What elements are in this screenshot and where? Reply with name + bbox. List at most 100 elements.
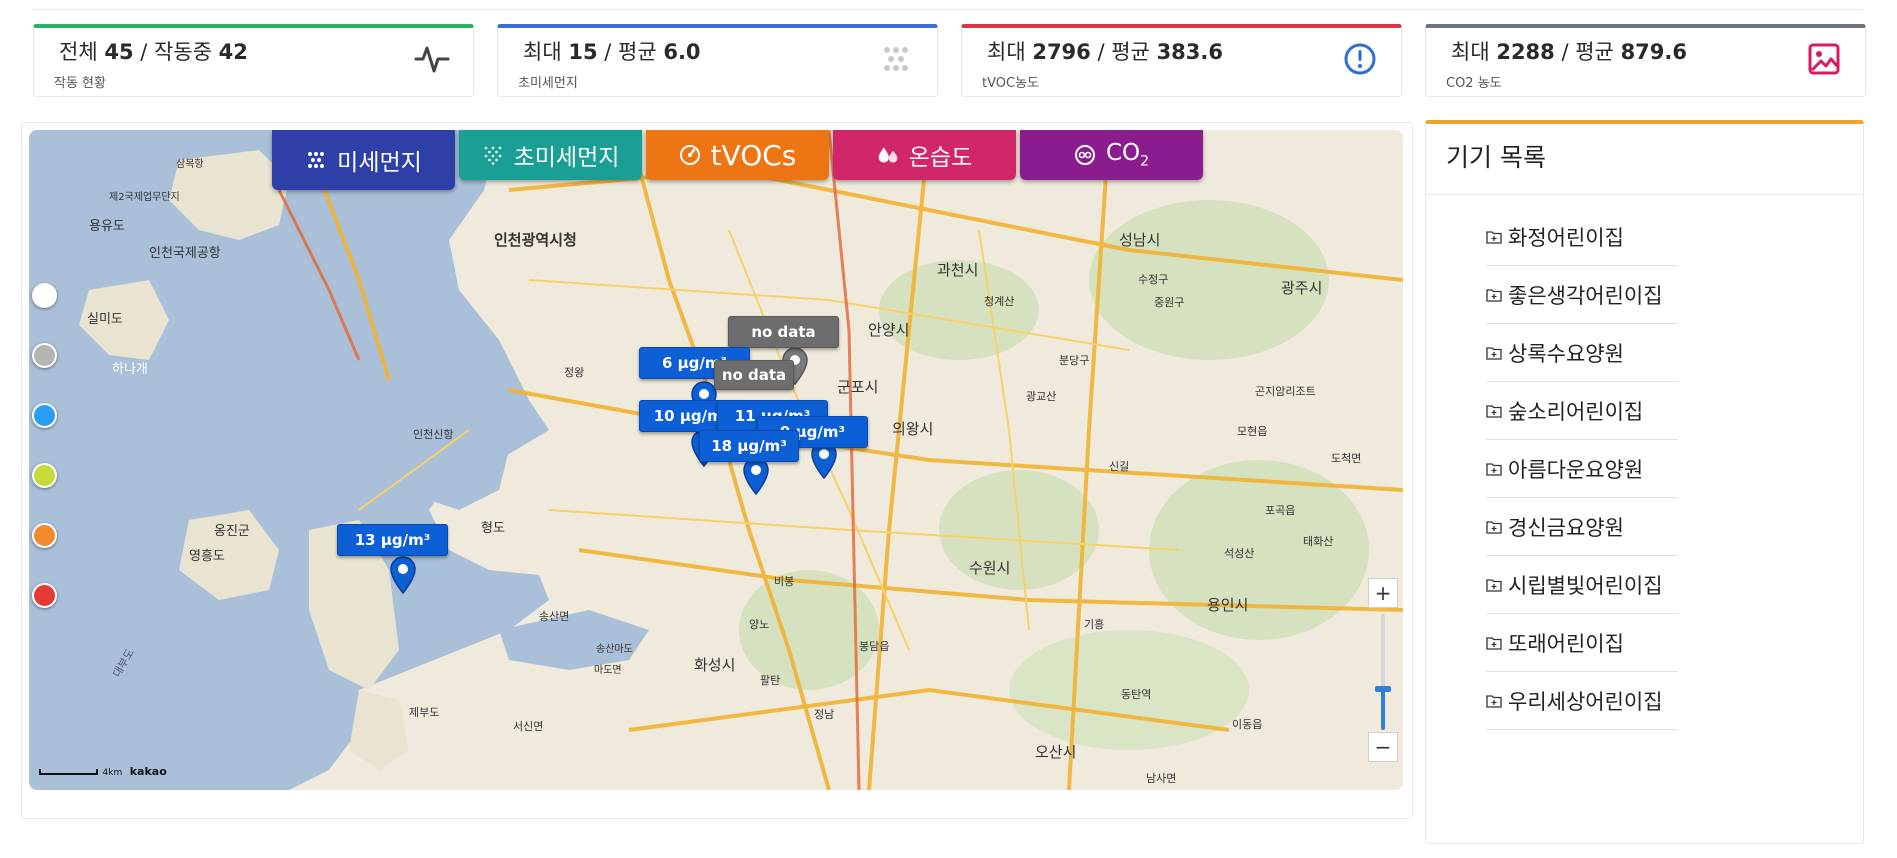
marker-label[interactable]: no data bbox=[714, 360, 794, 390]
svg-text:서신면: 서신면 bbox=[513, 720, 543, 733]
folder-add-icon bbox=[1486, 462, 1502, 476]
marker-label[interactable]: 18 μg/m³ bbox=[699, 430, 799, 462]
folder-add-icon bbox=[1486, 288, 1502, 302]
svg-text:이동읍: 이동읍 bbox=[1232, 718, 1262, 731]
stat-main: 전체 45 / 작동중 42 bbox=[59, 40, 248, 64]
droplets-icon bbox=[877, 144, 899, 166]
tab-label: 온습도 bbox=[908, 145, 973, 171]
svg-text:하나개: 하나개 bbox=[112, 362, 148, 377]
svg-text:신길: 신길 bbox=[1109, 460, 1129, 473]
map-scale: 4km kakao bbox=[39, 765, 167, 778]
svg-text:화성시: 화성시 bbox=[694, 656, 735, 674]
device-item[interactable]: 숲소리어린이집 bbox=[1486, 382, 1678, 440]
folder-add-icon bbox=[1486, 578, 1502, 592]
svg-text:곤지암리조트: 곤지암리조트 bbox=[1255, 385, 1316, 398]
legend-dot-white[interactable] bbox=[32, 283, 57, 308]
marker-label[interactable]: no data bbox=[728, 316, 839, 348]
tab-tvocs[interactable]: tVOCs bbox=[646, 130, 829, 180]
svg-text:정남: 정남 bbox=[814, 708, 834, 721]
folder-add-icon bbox=[1486, 694, 1502, 708]
zoom-slider-handle[interactable] bbox=[1375, 686, 1391, 692]
device-item-label: 좋은생각어린이집 bbox=[1508, 283, 1663, 308]
svg-text:용인시: 용인시 bbox=[1207, 596, 1248, 614]
svg-text:양노: 양노 bbox=[749, 618, 769, 631]
marker-label[interactable]: 13 μg/m³ bbox=[337, 524, 448, 556]
device-item-label: 아름다운요양원 bbox=[1508, 457, 1644, 482]
tab-pm10[interactable]: 미세먼지 bbox=[272, 130, 455, 190]
scale-bar-icon bbox=[39, 769, 98, 775]
svg-text:기흥: 기흥 bbox=[1084, 617, 1104, 631]
device-item[interactable]: 좋은생각어린이집 bbox=[1486, 266, 1678, 324]
svg-text:오산시: 오산시 bbox=[1035, 743, 1076, 761]
svg-text:성남시: 성남시 bbox=[1119, 231, 1160, 249]
device-item[interactable]: 또래어린이집 bbox=[1486, 614, 1678, 672]
svg-text:인천신항: 인천신항 bbox=[413, 427, 453, 441]
svg-text:마도면: 마도면 bbox=[594, 664, 622, 676]
legend-dot-orange[interactable] bbox=[32, 523, 57, 548]
legend-dot-yellow[interactable] bbox=[32, 463, 57, 488]
svg-text:의왕시: 의왕시 bbox=[892, 420, 933, 438]
folder-add-icon bbox=[1486, 346, 1502, 360]
zoom-control: + − bbox=[1368, 578, 1398, 764]
tab-pm25[interactable]: 초미세먼지 bbox=[459, 130, 642, 180]
svg-text:과천시: 과천시 bbox=[937, 261, 978, 279]
svg-text:용유도: 용유도 bbox=[89, 219, 125, 234]
legend-dot-red[interactable] bbox=[32, 583, 57, 608]
device-item[interactable]: 우리세상어린이집 bbox=[1486, 672, 1678, 730]
svg-text:송산면: 송산면 bbox=[539, 610, 569, 623]
stat-sub: 초미세먼지 bbox=[518, 76, 578, 91]
svg-text:실미도: 실미도 bbox=[87, 312, 123, 327]
stat-card-operation: 전체 45 / 작동중 42 작동 현황 bbox=[33, 24, 474, 97]
svg-text:수원시: 수원시 bbox=[969, 559, 1010, 577]
svg-text:수정구: 수정구 bbox=[1138, 273, 1168, 286]
device-item[interactable]: 아름다운요양원 bbox=[1486, 440, 1678, 498]
svg-text:안양시: 안양시 bbox=[868, 321, 909, 339]
map-brand: kakao bbox=[129, 765, 167, 778]
svg-text:모현읍: 모현읍 bbox=[1237, 425, 1267, 438]
stat-main: 최대 2288 / 평균 879.6 bbox=[1451, 40, 1687, 64]
device-item-label: 화정어린이집 bbox=[1508, 225, 1624, 250]
stat-main: 최대 15 / 평균 6.0 bbox=[523, 40, 701, 64]
stat-sub: tVOC농도 bbox=[982, 76, 1039, 91]
folder-add-icon bbox=[1486, 636, 1502, 650]
svg-text:형도: 형도 bbox=[481, 521, 505, 536]
device-item-label: 상록수요양원 bbox=[1508, 341, 1624, 366]
scale-distance: 4km bbox=[102, 768, 123, 778]
device-item-label: 시립별빛어린이집 bbox=[1508, 573, 1663, 598]
tab-temp-humidity[interactable]: 온습도 bbox=[833, 130, 1016, 180]
svg-text:동탄역: 동탄역 bbox=[1121, 688, 1151, 701]
legend-dot-blue[interactable] bbox=[32, 403, 57, 428]
svg-text:봉담읍: 봉담읍 bbox=[859, 640, 889, 653]
svg-text:인천국제공항: 인천국제공항 bbox=[149, 246, 221, 261]
image-icon bbox=[1805, 40, 1843, 78]
stat-card-tvoc: 최대 2796 / 평균 383.6 tVOC농도 bbox=[961, 24, 1402, 97]
svg-text:도척면: 도척면 bbox=[1331, 452, 1361, 465]
device-item[interactable]: 시립별빛어린이집 bbox=[1486, 556, 1678, 614]
device-list-title: 기기 목록 bbox=[1446, 143, 1546, 172]
svg-text:청계산: 청계산 bbox=[984, 295, 1014, 308]
map-pin-icon[interactable] bbox=[741, 456, 771, 496]
zoom-out-button[interactable]: − bbox=[1368, 732, 1398, 762]
svg-text:태화산: 태화산 bbox=[1303, 535, 1333, 548]
legend-dot-gray[interactable] bbox=[32, 343, 57, 368]
device-item[interactable]: 상록수요양원 bbox=[1486, 324, 1678, 382]
stat-card-pm25: 최대 15 / 평균 6.0 초미세먼지 bbox=[497, 24, 938, 97]
svg-text:포곡읍: 포곡읍 bbox=[1265, 504, 1295, 517]
svg-text:분당구: 분당구 bbox=[1059, 354, 1089, 367]
co2-icon bbox=[1074, 144, 1096, 166]
svg-text:삼목항: 삼목항 bbox=[176, 158, 204, 170]
tab-label: tVOCs bbox=[710, 138, 797, 172]
svg-text:제2국제업무단지: 제2국제업무단지 bbox=[109, 190, 180, 203]
device-item[interactable]: 경신금요양원 bbox=[1486, 498, 1678, 556]
zoom-in-button[interactable]: + bbox=[1368, 578, 1398, 608]
device-list-panel: 기기 목록 화정어린이집 좋은생각어린이집 상록수요양원 숲소리어린이집 아름다… bbox=[1425, 120, 1864, 844]
device-item-label: 또래어린이집 bbox=[1508, 631, 1624, 656]
tab-co2[interactable]: CO2 bbox=[1020, 130, 1203, 180]
device-item[interactable]: 화정어린이집 bbox=[1486, 208, 1678, 266]
dots-grid-icon bbox=[877, 40, 915, 78]
map-pin-icon[interactable] bbox=[388, 555, 418, 595]
svg-text:송산마도: 송산마도 bbox=[596, 643, 633, 655]
fine-dots-icon bbox=[482, 144, 504, 166]
map-view[interactable]: 인천광역시청 인천국제공항 제2국제업무단지 삼목항 용유도 실미도 하나개 영… bbox=[29, 130, 1403, 790]
svg-text:남사면: 남사면 bbox=[1146, 772, 1176, 785]
